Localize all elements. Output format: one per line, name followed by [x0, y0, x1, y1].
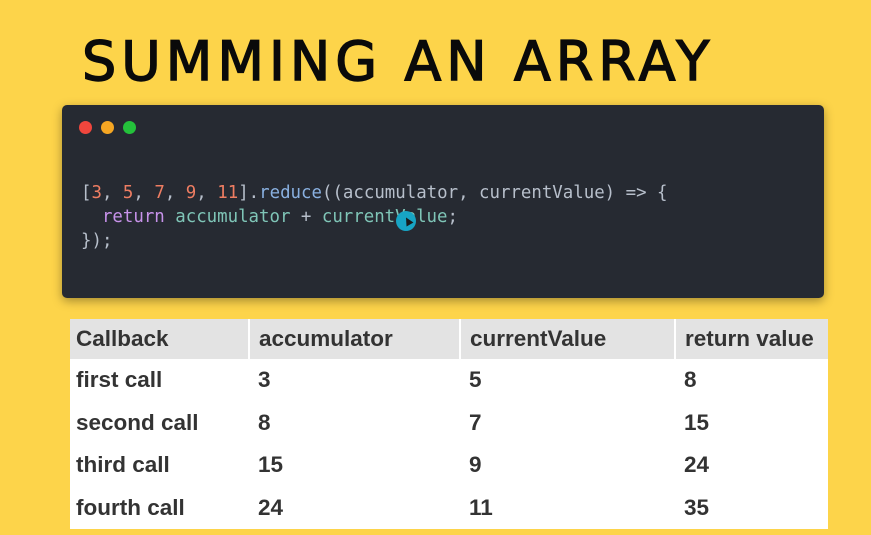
slide-title: SUMMING AN ARRAY [81, 29, 715, 93]
separator: , [101, 183, 123, 203]
mouse-cursor-icon [396, 211, 416, 231]
array-number: 11 [217, 183, 239, 203]
separator: , [164, 183, 186, 203]
table-cell: 5 [460, 359, 675, 402]
table-cell: 35 [675, 486, 828, 529]
separator: , [133, 183, 155, 203]
semicolon: ; [447, 207, 458, 227]
callback-params: ((accumulator, currentValue) => { [321, 183, 668, 203]
open-bracket: [ [81, 183, 92, 203]
accumulator-identifier: accumulator [175, 207, 291, 227]
table-cell: 7 [460, 401, 675, 444]
table-header-row: Callback accumulator currentValue return… [70, 319, 828, 359]
table-cell: second call [70, 401, 249, 444]
reduce-method: reduce [259, 183, 322, 203]
table-row: third call 15 9 24 [70, 444, 828, 487]
table-cell: third call [70, 444, 249, 487]
column-header: currentValue [460, 319, 676, 359]
table-row: second call 8 7 15 [70, 401, 828, 444]
table-cell: 15 [249, 444, 460, 487]
code-editor-window: [3, 5, 7, 9, 11].reduce((accumulator, cu… [62, 105, 824, 298]
table-cell: 24 [249, 486, 460, 529]
return-keyword: return [101, 207, 165, 227]
close-bracket: ]. [238, 183, 260, 203]
array-number: 9 [185, 183, 197, 203]
currentvalue-identifier: currentValue [321, 207, 448, 227]
table-cell: 8 [675, 359, 828, 402]
table-cell: 9 [460, 444, 675, 487]
column-header: Callback [70, 319, 250, 359]
code-line-1: [3, 5, 7, 9, 11].reduce((accumulator, cu… [81, 183, 667, 203]
code-line-3: }); [81, 231, 113, 251]
table-row: first call 3 5 8 [70, 359, 828, 402]
table-cell: 8 [249, 401, 460, 444]
table-cell: fourth call [70, 486, 249, 529]
table-cell: 15 [675, 401, 828, 444]
close-window-dot[interactable] [79, 121, 92, 134]
reduce-steps-table: Callback accumulator currentValue return… [70, 319, 828, 529]
separator: , [196, 183, 218, 203]
maximize-window-dot[interactable] [123, 121, 136, 134]
array-number: 5 [122, 183, 134, 203]
code-block: [3, 5, 7, 9, 11].reduce((accumulator, cu… [81, 181, 667, 253]
array-number: 7 [154, 183, 165, 203]
column-header: return value [675, 319, 828, 359]
array-number: 3 [91, 183, 102, 203]
minimize-window-dot[interactable] [101, 121, 114, 134]
column-header: accumulator [249, 319, 461, 359]
table-cell: first call [70, 359, 249, 402]
pointer-arrow-icon [402, 215, 414, 227]
plus-operator: + [290, 207, 322, 227]
table-row: fourth call 24 11 35 [70, 486, 828, 529]
table-cell: 3 [249, 359, 460, 402]
table-cell: 24 [675, 444, 828, 487]
table-cell: 11 [460, 486, 675, 529]
